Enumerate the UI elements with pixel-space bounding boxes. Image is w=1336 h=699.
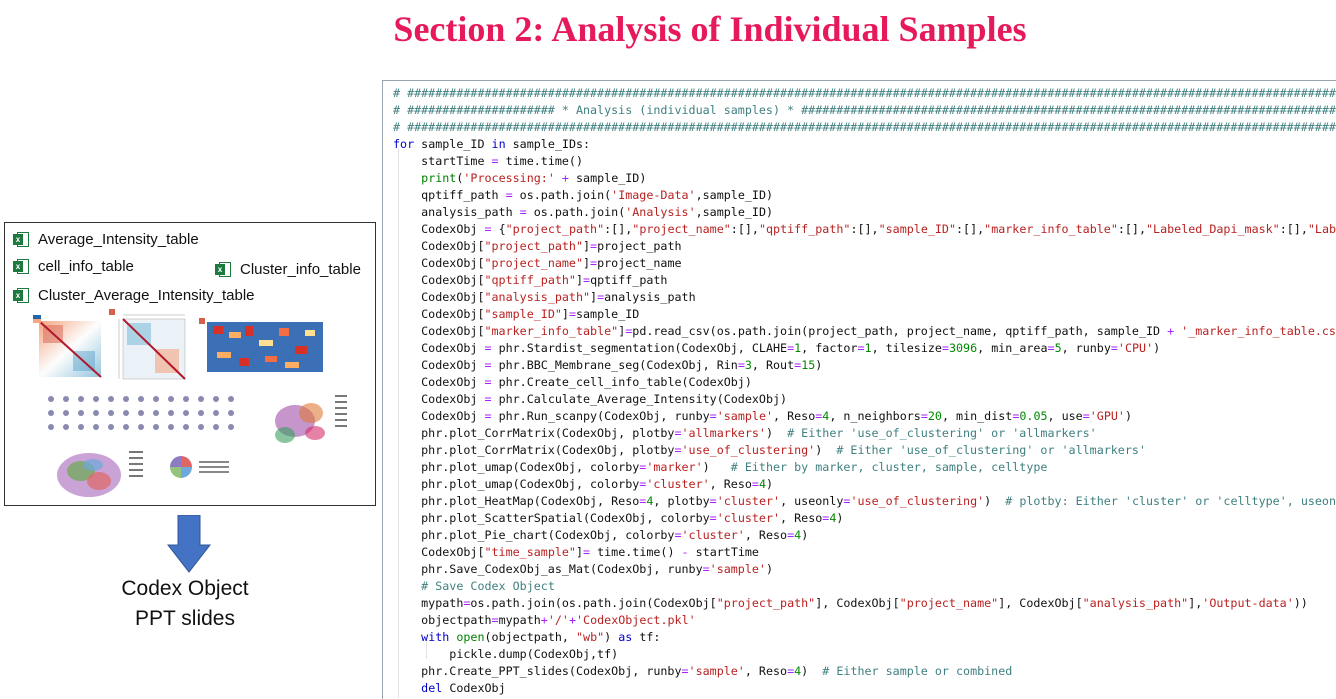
code-line: CodexObj = {"project_path":[],"project_n…: [393, 222, 1336, 236]
code-line: phr.plot_HeatMap(CodexObj, Reso=4, plotb…: [393, 494, 1336, 508]
code-line: # ##################### * Analysis (indi…: [393, 103, 1336, 117]
code-line: objectpath=mypath+'/'+'CodexObject.pkl': [393, 613, 696, 627]
code-line: CodexObj = phr.Run_scanpy(CodexObj, runb…: [393, 409, 1132, 423]
code-line: pickle.dump(CodexObj,tf): [393, 647, 619, 661]
file-average-intensity-table[interactable]: x Average_Intensity_table: [13, 231, 199, 248]
code-line: CodexObj["sample_ID"]=sample_ID: [393, 307, 640, 321]
excel-icon: x: [215, 261, 232, 278]
code-line: CodexObj["marker_info_table"]=pd.read_cs…: [393, 324, 1336, 338]
code-line: CodexObj["project_path"]=project_path: [393, 239, 682, 253]
excel-icon: x: [13, 231, 30, 248]
code-line: CodexObj["time_sample"]= time.time() - s…: [393, 545, 759, 559]
code-line: CodexObj["qptiff_path"]=qptiff_path: [393, 273, 668, 287]
correlation-matrix-thumbnail: [33, 315, 102, 378]
code-line: qptiff_path = os.path.join('Image-Data',…: [393, 188, 774, 202]
file-cluster-info-table[interactable]: x Cluster_info_table: [215, 261, 361, 278]
code-line: CodexObj = phr.BBC_Membrane_seg(CodexObj…: [393, 358, 823, 372]
cluster-umap-thumbnail: [275, 395, 347, 443]
code-line: phr.plot_umap(CodexObj, colorby='marker'…: [393, 460, 1048, 474]
file-label: Average_Intensity_table: [38, 231, 199, 248]
code-line: analysis_path = os.path.join('Analysis',…: [393, 205, 774, 219]
code-line: # Save Codex Object: [421, 579, 555, 593]
code-line: CodexObj["analysis_path"]=analysis_path: [393, 290, 696, 304]
file-cluster-average-intensity-table[interactable]: x Cluster_Average_Intensity_table: [13, 287, 255, 304]
code-line: phr.plot_CorrMatrix(CodexObj, plotby='al…: [393, 426, 1097, 440]
ppt-slides-label: PPT slides: [135, 607, 235, 630]
code-line: del CodexObj: [421, 681, 506, 695]
codex-object-label: Codex Object: [121, 577, 249, 600]
code-line: # ######################################…: [393, 86, 1336, 100]
code-line: phr.plot_CorrMatrix(CodexObj, plotby='us…: [393, 443, 1146, 457]
code-editor[interactable]: # ######################################…: [382, 80, 1336, 699]
file-cell-info-table[interactable]: x cell_info_table: [13, 258, 134, 275]
excel-icon: x: [13, 287, 30, 304]
output-caption: Codex Object PPT slides: [90, 574, 280, 634]
file-label: Cluster_info_table: [240, 261, 361, 278]
code-line: CodexObj = phr.Create_cell_info_table(Co…: [393, 375, 752, 389]
code-line: # ######################################…: [393, 120, 1336, 134]
correlation-matrix-thumbnail: [109, 309, 186, 380]
file-label: Cluster_Average_Intensity_table: [38, 287, 255, 304]
code-line: mypath=os.path.join(os.path.join(CodexOb…: [393, 596, 1308, 610]
code-line: startTime = time.time(): [393, 154, 584, 168]
code-line: CodexObj = phr.Calculate_Average_Intensi…: [393, 392, 788, 406]
excel-icon: x: [13, 258, 30, 275]
code-line: phr.plot_ScatterSpatial(CodexObj, colorb…: [393, 511, 844, 525]
heatmap-thumbnail: [199, 318, 323, 372]
umap-grid-thumbnail: [48, 396, 234, 430]
page-title: Section 2: Analysis of Individual Sample…: [393, 9, 1027, 49]
code-line: for sample_ID in sample_IDs:: [393, 137, 591, 151]
down-arrow-icon: [167, 515, 211, 573]
pie-chart-thumbnail: [170, 456, 229, 478]
code-line: CodexObj = phr.Stardist_segmentation(Cod…: [393, 341, 1161, 355]
file-label: cell_info_table: [38, 258, 134, 275]
code-line: CodexObj["project_name"]=project_name: [393, 256, 682, 270]
code-line: phr.Create_PPT_slides(CodexObj, runby='s…: [393, 664, 1013, 678]
code-line: phr.plot_Pie_chart(CodexObj, colorby='cl…: [393, 528, 809, 542]
spatial-scatter-thumbnail: [57, 451, 143, 497]
code-line: phr.Save_CodexObj_as_Mat(CodexObj, runby…: [393, 562, 773, 576]
code-line: phr.plot_umap(CodexObj, colorby='cluster…: [393, 477, 774, 491]
output-files-panel: x Average_Intensity_table x cell_info_ta…: [4, 222, 376, 506]
code-line: print('Processing:' + sample_ID): [421, 171, 647, 185]
code-line: with open(objectpath, "wb") as tf:: [421, 630, 661, 644]
